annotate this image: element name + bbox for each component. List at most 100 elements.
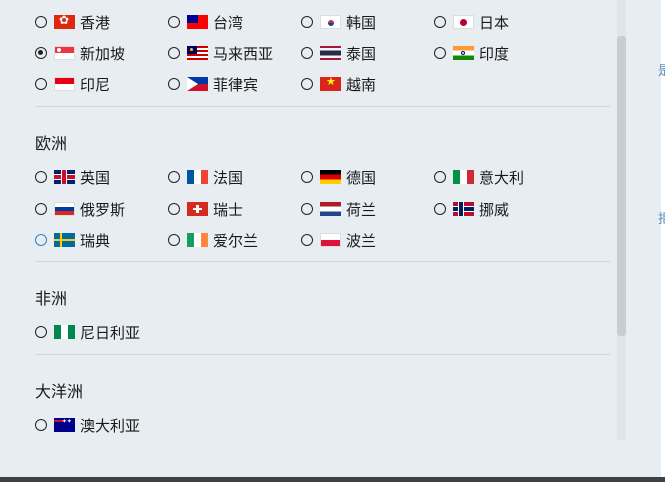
region-option-vn[interactable]: 越南 bbox=[301, 73, 376, 95]
window-bottom-edge bbox=[0, 477, 665, 482]
option-label: 澳大利亚 bbox=[80, 417, 141, 435]
radio-button[interactable] bbox=[301, 78, 313, 90]
scrollbar-thumb[interactable] bbox=[617, 36, 626, 336]
option-label: 法国 bbox=[213, 169, 244, 187]
flag-ie-icon bbox=[187, 233, 208, 247]
option-label: 瑞典 bbox=[80, 232, 111, 250]
option-label: 德国 bbox=[346, 169, 377, 187]
flag-fr-icon bbox=[187, 170, 208, 184]
flag-kr-icon bbox=[320, 15, 341, 29]
option-label: 瑞士 bbox=[213, 201, 244, 219]
flag-vn-icon bbox=[320, 77, 341, 91]
option-label: 荷兰 bbox=[346, 201, 377, 219]
region-option-sg[interactable]: 新加坡 bbox=[35, 42, 125, 64]
radio-button[interactable] bbox=[35, 171, 47, 183]
region-option-in[interactable]: 印度 bbox=[434, 42, 509, 64]
region-option-tw[interactable]: 台湾 bbox=[168, 11, 243, 33]
region-option-ru[interactable]: 俄罗斯 bbox=[35, 198, 125, 220]
flag-pl-icon bbox=[320, 233, 341, 247]
radio-button[interactable] bbox=[168, 78, 180, 90]
radio-button[interactable] bbox=[301, 171, 313, 183]
flag-ph-icon bbox=[187, 77, 208, 91]
option-label: 韩国 bbox=[346, 14, 377, 32]
option-label: 泰国 bbox=[346, 45, 377, 63]
radio-button[interactable] bbox=[168, 47, 180, 59]
radio-button[interactable] bbox=[168, 234, 180, 246]
flag-uk-icon bbox=[54, 170, 75, 184]
flag-sg-icon bbox=[54, 46, 75, 60]
option-label: 波兰 bbox=[346, 232, 377, 250]
flag-de-icon bbox=[320, 170, 341, 184]
radio-button[interactable] bbox=[35, 234, 47, 246]
option-label: 意大利 bbox=[479, 169, 525, 187]
flag-my-icon bbox=[187, 46, 208, 60]
radio-button[interactable] bbox=[168, 203, 180, 215]
radio-button[interactable] bbox=[35, 326, 47, 338]
region-option-ph[interactable]: 菲律宾 bbox=[168, 73, 258, 95]
edge-mark-1: 是 bbox=[658, 63, 665, 78]
radio-button[interactable] bbox=[168, 171, 180, 183]
radio-button[interactable] bbox=[35, 78, 47, 90]
region-option-kr[interactable]: 韩国 bbox=[301, 11, 376, 33]
radio-button[interactable] bbox=[434, 16, 446, 28]
edge-mark-2: 拒 bbox=[658, 211, 665, 226]
radio-button[interactable] bbox=[35, 203, 47, 215]
region-selector-panel: 香港 台湾 韩国 日本新加坡 马来西亚 泰国 印度印尼 菲律宾 越南 欧洲 英国 法国 德国 意大利俄… bbox=[0, 0, 626, 440]
region-option-au[interactable]: 澳大利亚 bbox=[35, 414, 140, 436]
region-option-uk[interactable]: 英国 bbox=[35, 166, 110, 188]
option-label: 新加坡 bbox=[80, 45, 126, 63]
region-option-se[interactable]: 瑞典 bbox=[35, 229, 110, 251]
flag-se-icon bbox=[54, 233, 75, 247]
region-option-it[interactable]: 意大利 bbox=[434, 166, 524, 188]
flag-hk-icon bbox=[54, 15, 75, 29]
option-label: 尼日利亚 bbox=[80, 324, 141, 342]
region-option-nl[interactable]: 荷兰 bbox=[301, 198, 376, 220]
flag-tw-icon bbox=[187, 15, 208, 29]
region-option-ie[interactable]: 爱尔兰 bbox=[168, 229, 258, 251]
option-label: 爱尔兰 bbox=[213, 232, 259, 250]
region-option-fr[interactable]: 法国 bbox=[168, 166, 243, 188]
section-divider bbox=[35, 106, 610, 107]
radio-button[interactable] bbox=[168, 16, 180, 28]
flag-ru-icon bbox=[54, 202, 75, 216]
radio-button[interactable] bbox=[301, 203, 313, 215]
region-option-ch[interactable]: 瑞士 bbox=[168, 198, 243, 220]
region-option-id[interactable]: 印尼 bbox=[35, 73, 110, 95]
radio-button[interactable] bbox=[434, 203, 446, 215]
region-option-my[interactable]: 马来西亚 bbox=[168, 42, 273, 64]
radio-button[interactable] bbox=[35, 419, 47, 431]
option-label: 台湾 bbox=[213, 14, 244, 32]
radio-button[interactable] bbox=[301, 47, 313, 59]
region-option-th[interactable]: 泰国 bbox=[301, 42, 376, 64]
option-label: 印尼 bbox=[80, 76, 111, 94]
flag-nl-icon bbox=[320, 202, 341, 216]
region-option-pl[interactable]: 波兰 bbox=[301, 229, 376, 251]
region-option-hk[interactable]: 香港 bbox=[35, 11, 110, 33]
radio-button[interactable] bbox=[434, 171, 446, 183]
section-title-europe: 欧洲 bbox=[35, 136, 68, 153]
radio-button[interactable] bbox=[301, 16, 313, 28]
flag-no-icon bbox=[453, 202, 474, 216]
option-label: 菲律宾 bbox=[213, 76, 259, 94]
option-label: 挪威 bbox=[479, 201, 510, 219]
radio-button[interactable] bbox=[35, 16, 47, 28]
option-label: 香港 bbox=[80, 14, 111, 32]
option-label: 英国 bbox=[80, 169, 111, 187]
region-option-de[interactable]: 德国 bbox=[301, 166, 376, 188]
section-title-oceania: 大洋洲 bbox=[35, 384, 84, 401]
flag-ng-icon bbox=[54, 325, 75, 339]
flag-it-icon bbox=[453, 170, 474, 184]
option-label: 马来西亚 bbox=[213, 45, 274, 63]
flag-id-icon bbox=[54, 77, 75, 91]
region-option-ng[interactable]: 尼日利亚 bbox=[35, 321, 140, 343]
radio-button[interactable] bbox=[434, 47, 446, 59]
option-label: 越南 bbox=[346, 76, 377, 94]
radio-button[interactable] bbox=[301, 234, 313, 246]
option-label: 日本 bbox=[479, 14, 510, 32]
flag-in-icon bbox=[453, 46, 474, 60]
region-option-no[interactable]: 挪威 bbox=[434, 198, 509, 220]
region-option-jp[interactable]: 日本 bbox=[434, 11, 509, 33]
flag-au-icon bbox=[54, 418, 75, 432]
radio-button[interactable] bbox=[35, 47, 47, 59]
section-divider bbox=[35, 354, 610, 355]
